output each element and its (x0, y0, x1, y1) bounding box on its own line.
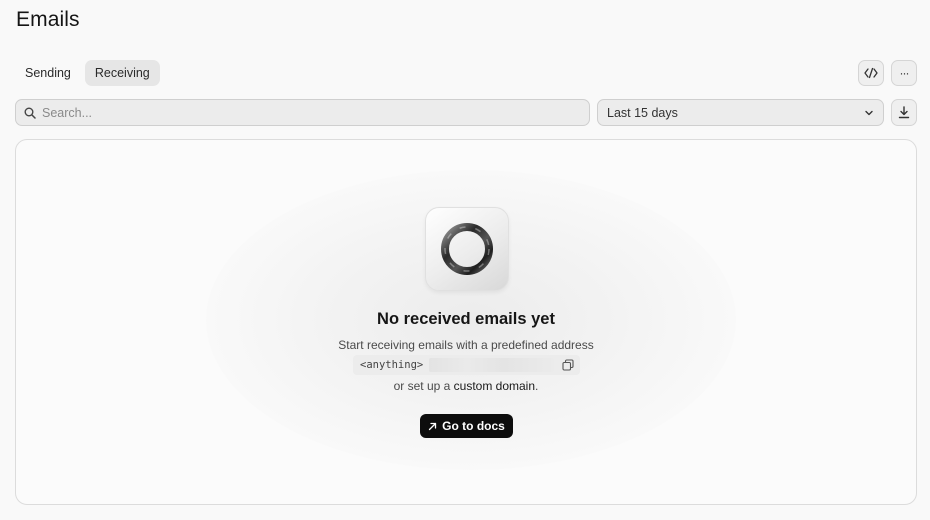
chevron-down-icon (865, 110, 873, 115)
search-bar[interactable] (15, 99, 590, 126)
api-code-button[interactable] (858, 60, 884, 86)
go-to-docs-label: Go to docs (442, 419, 505, 433)
search-input[interactable] (42, 105, 562, 120)
arrow-up-right-icon (429, 422, 437, 430)
empty-state-panel: No received emails yet Start receiving e… (15, 139, 917, 505)
download-button[interactable] (891, 99, 917, 126)
empty-state-title: No received emails yet (377, 310, 555, 328)
copy-icon[interactable] (562, 359, 574, 371)
period: . (535, 379, 539, 393)
date-range-select[interactable]: Last 15 days (597, 99, 884, 126)
page-title: Emails (16, 8, 80, 31)
address-redacted (429, 358, 554, 372)
download-icon (898, 106, 910, 119)
tab-bar: Sending Receiving (15, 60, 160, 86)
address-prefix: <anything> (360, 359, 424, 371)
date-range-value: Last 15 days (607, 105, 678, 120)
custom-domain-link[interactable]: custom domain (454, 379, 535, 393)
tab-sending[interactable]: Sending (15, 60, 81, 86)
ellipsis-icon: ··· (899, 66, 910, 80)
more-options-button[interactable]: ··· (891, 60, 917, 86)
go-to-docs-button[interactable]: Go to docs (420, 414, 513, 438)
search-icon (24, 107, 36, 119)
code-icon (864, 67, 878, 79)
tab-receiving[interactable]: Receiving (84, 60, 160, 86)
receiving-address: <anything> (353, 355, 580, 375)
empty-state-subtitle: Start receiving emails with a predefined… (338, 338, 594, 352)
ring-logo-icon (425, 207, 509, 291)
custom-domain-line: or set up a custom domain. (16, 379, 916, 393)
or-text: or set up a (393, 379, 451, 393)
